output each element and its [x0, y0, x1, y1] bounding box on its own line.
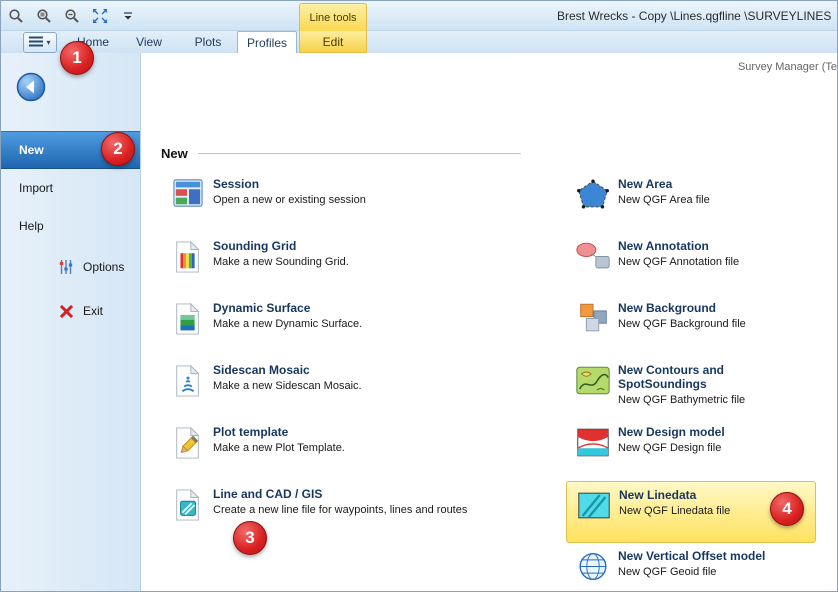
- tab-edit[interactable]: Edit: [299, 31, 367, 53]
- item-desc: Create a new line file for waypoints, li…: [213, 504, 467, 517]
- item-sounding-grid[interactable]: Sounding Grid Make a new Sounding Grid.: [161, 233, 546, 295]
- session-icon: [163, 177, 213, 208]
- item-title: New Linedata: [619, 488, 730, 502]
- item-title: Dynamic Surface: [213, 301, 362, 315]
- annotation-badge-3: 3: [233, 521, 267, 555]
- new-background-icon: [568, 301, 618, 335]
- backstage-main: Survey Manager (Te New Session Open a ne…: [141, 53, 837, 591]
- line-cad-gis-icon: [163, 487, 213, 522]
- item-desc: New QGF Annotation file: [618, 256, 739, 269]
- new-area-icon: [568, 177, 618, 211]
- tab-profiles[interactable]: Profiles: [237, 31, 297, 53]
- item-desc: New QGF Linedata file: [619, 505, 730, 518]
- sidebar-item-exit[interactable]: Exit: [1, 289, 140, 333]
- sidebar-item-label: Options: [83, 260, 124, 274]
- item-plot-template[interactable]: Plot template Make a new Plot Template.: [161, 419, 546, 481]
- item-title: Session: [213, 177, 366, 191]
- annotation-badge-2: 2: [101, 132, 135, 166]
- item-new-background[interactable]: New Background New QGF Background file: [566, 295, 816, 357]
- item-title: New Area: [618, 177, 710, 191]
- item-desc: Make a new Sidescan Mosaic.: [213, 380, 362, 393]
- titlebar: Line tools Brest Wrecks - Copy \Lines.qg…: [1, 1, 837, 31]
- item-session[interactable]: Session Open a new or existing session: [161, 171, 546, 233]
- back-button[interactable]: [15, 71, 47, 103]
- sidebar-item-label: Help: [19, 219, 44, 233]
- item-desc: New QGF Background file: [618, 318, 746, 331]
- sidebar-item-label: Exit: [83, 304, 103, 318]
- app-menu-icon: [29, 34, 43, 52]
- sidebar-item-options[interactable]: Options: [1, 245, 140, 289]
- new-items-right-column: New Area New QGF Area file New Annotatio…: [566, 171, 816, 592]
- sidebar-item-label: New: [19, 143, 44, 157]
- item-desc: New QGF Bathymetric file: [618, 394, 808, 407]
- zoom-select-icon[interactable]: [63, 7, 81, 25]
- item-desc: Make a new Sounding Grid.: [213, 256, 349, 269]
- exit-x-icon: [57, 304, 75, 319]
- zoom-extents-icon[interactable]: [91, 7, 109, 25]
- item-new-vertical-offset[interactable]: New Vertical Offset model New QGF Geoid …: [566, 543, 816, 592]
- item-new-contours[interactable]: New Contours and SpotSoundings New QGF B…: [566, 357, 816, 419]
- contextual-tab-group-label: Line tools: [299, 3, 367, 31]
- item-desc: Make a new Plot Template.: [213, 442, 345, 455]
- annotation-badge-1: 1: [60, 41, 94, 75]
- qat-menu-icon[interactable]: [119, 7, 137, 25]
- zoom-window-icon[interactable]: [35, 7, 53, 25]
- survey-manager-label: Survey Manager (Te: [738, 61, 837, 73]
- item-title: New Background: [618, 301, 746, 315]
- item-title: Sidescan Mosaic: [213, 363, 362, 377]
- new-design-icon: [568, 425, 618, 459]
- plot-template-icon: [163, 425, 213, 460]
- item-new-area[interactable]: New Area New QGF Area file: [566, 171, 816, 233]
- item-title: Line and CAD / GIS: [213, 487, 467, 501]
- window-title: Brest Wrecks - Copy \Lines.qgfline \SURV…: [557, 9, 835, 23]
- item-desc: New QGF Area file: [618, 194, 710, 207]
- quick-access-toolbar: [7, 7, 137, 25]
- sidescan-mosaic-icon: [163, 363, 213, 398]
- sidebar-item-label: Import: [19, 181, 53, 195]
- tab-plots[interactable]: Plots: [179, 31, 237, 53]
- item-line-cad-gis[interactable]: Line and CAD / GIS Create a new line fil…: [161, 481, 546, 543]
- item-desc: New QGF Design file: [618, 442, 725, 455]
- item-desc: Open a new or existing session: [213, 194, 366, 207]
- zoom-icon[interactable]: [7, 7, 25, 25]
- application-menu-button[interactable]: ▾: [23, 32, 57, 53]
- item-dynamic-surface[interactable]: Dynamic Surface Make a new Dynamic Surfa…: [161, 295, 546, 357]
- new-vertical-offset-icon: [568, 549, 618, 583]
- annotation-badge-4: 4: [770, 492, 804, 526]
- new-contours-icon: [568, 363, 618, 397]
- section-heading: New: [161, 146, 521, 161]
- item-sidescan-mosaic[interactable]: Sidescan Mosaic Make a new Sidescan Mosa…: [161, 357, 546, 419]
- item-title: New Contours and SpotSoundings: [618, 363, 808, 391]
- item-title: New Vertical Offset model: [618, 549, 765, 563]
- item-new-annotation[interactable]: New Annotation New QGF Annotation file: [566, 233, 816, 295]
- new-annotation-icon: [568, 239, 618, 273]
- options-sliders-icon: [57, 259, 75, 275]
- dynamic-surface-icon: [163, 301, 213, 336]
- sidebar-item-help[interactable]: Help: [1, 207, 140, 245]
- new-items-left-column: Session Open a new or existing session S…: [161, 171, 546, 543]
- item-title: Plot template: [213, 425, 345, 439]
- ribbon-tabstrip: ▾ Home View Plots Profiles Edit: [1, 31, 837, 53]
- item-desc: Make a new Dynamic Surface.: [213, 318, 362, 331]
- new-linedata-icon: [569, 488, 619, 522]
- item-title: Sounding Grid: [213, 239, 349, 253]
- sounding-grid-icon: [163, 239, 213, 274]
- item-new-design-model[interactable]: New Design model New QGF Design file: [566, 419, 816, 481]
- sidebar-item-import[interactable]: Import: [1, 169, 140, 207]
- application-window: Line tools Brest Wrecks - Copy \Lines.qg…: [0, 0, 838, 592]
- heading-rule: [198, 153, 521, 154]
- item-desc: New QGF Geoid file: [618, 566, 765, 579]
- item-title: New Annotation: [618, 239, 739, 253]
- chevron-down-icon: ▾: [46, 38, 50, 47]
- item-title: New Design model: [618, 425, 725, 439]
- tab-view[interactable]: View: [121, 31, 177, 53]
- section-title: New: [161, 146, 188, 161]
